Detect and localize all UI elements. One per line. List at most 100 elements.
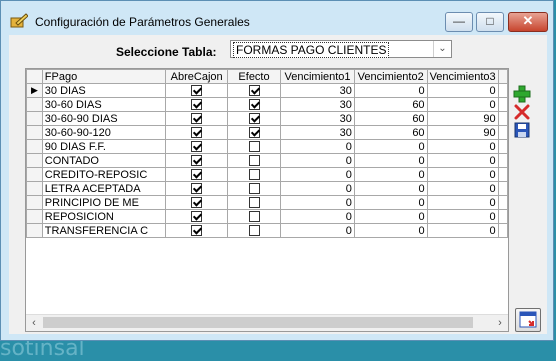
efecto-checkbox[interactable] xyxy=(248,169,260,181)
cell-vencimiento1[interactable]: 30 xyxy=(280,125,355,140)
cell-vencimiento3[interactable]: 90 xyxy=(426,111,499,126)
row-header[interactable] xyxy=(26,223,43,238)
efecto-checkbox[interactable] xyxy=(248,99,260,111)
exit-button[interactable] xyxy=(515,308,541,332)
efecto-checkbox[interactable] xyxy=(248,141,260,153)
cell-vencimiento3[interactable]: 0 xyxy=(426,139,499,154)
cell-efecto[interactable] xyxy=(226,167,282,182)
cell-vencimiento3[interactable]: 0 xyxy=(426,167,499,182)
cell-vencimiento3[interactable]: 0 xyxy=(426,97,499,112)
maximize-button[interactable]: □ xyxy=(476,12,504,32)
row-header[interactable] xyxy=(26,111,43,126)
table-row[interactable]: LETRA ACEPTADA 0 0 0 xyxy=(26,181,508,196)
cell-abrecajon[interactable] xyxy=(165,139,228,154)
efecto-checkbox[interactable] xyxy=(248,225,260,237)
efecto-checkbox[interactable] xyxy=(248,183,260,195)
table-row[interactable]: CONTADO 0 0 0 xyxy=(26,153,508,168)
cell-efecto[interactable] xyxy=(226,195,282,210)
cell-efecto[interactable] xyxy=(226,111,282,126)
efecto-checkbox[interactable] xyxy=(248,155,260,167)
cell-vencimiento2[interactable]: 0 xyxy=(353,181,428,196)
efecto-checkbox[interactable] xyxy=(248,113,260,125)
x-icon[interactable] xyxy=(513,103,531,121)
abrecajon-checkbox[interactable] xyxy=(191,225,203,237)
cell-abrecajon[interactable] xyxy=(165,209,228,224)
table-row[interactable]: 30-60-90-120 30 60 90 xyxy=(26,125,508,140)
cell-efecto[interactable] xyxy=(226,83,282,98)
abrecajon-checkbox[interactable] xyxy=(191,141,203,153)
cell-vencimiento3[interactable]: 0 xyxy=(426,153,499,168)
table-row[interactable]: CREDITO-REPOSIC 0 0 0 xyxy=(26,167,508,182)
minimize-button[interactable]: — xyxy=(445,12,473,32)
cell-vencimiento2[interactable]: 0 xyxy=(353,139,428,154)
cell-vencimiento1[interactable]: 30 xyxy=(280,83,355,98)
abrecajon-checkbox[interactable] xyxy=(191,113,203,125)
row-header[interactable] xyxy=(26,195,43,210)
cell-vencimiento3[interactable]: 0 xyxy=(426,83,499,98)
table-row[interactable]: 30-60-90 DIAS 30 60 90 xyxy=(26,111,508,126)
table-row[interactable]: 90 DIAS F.F. 0 0 0 xyxy=(26,139,508,154)
row-header[interactable] xyxy=(26,167,43,182)
abrecajon-checkbox[interactable] xyxy=(191,155,203,167)
cell-fpago[interactable]: 30-60-90 DIAS xyxy=(41,111,167,126)
scrollbar-thumb[interactable] xyxy=(43,317,473,328)
cell-vencimiento3[interactable]: 0 xyxy=(426,181,499,196)
table-select[interactable]: FORMAS PAGO CLIENTES ⌄ xyxy=(230,40,452,58)
horizontal-scrollbar[interactable]: ‹ › xyxy=(26,314,508,331)
abrecajon-checkbox[interactable] xyxy=(191,127,203,139)
cell-abrecajon[interactable] xyxy=(165,125,228,140)
row-header[interactable] xyxy=(26,153,43,168)
cell-vencimiento3[interactable]: 0 xyxy=(426,223,499,238)
chevron-down-icon[interactable]: ⌄ xyxy=(433,41,451,57)
column-header-vencimiento3[interactable]: Vencimiento3 xyxy=(426,69,499,84)
efecto-checkbox[interactable] xyxy=(248,127,260,139)
cell-efecto[interactable] xyxy=(226,181,282,196)
cell-efecto[interactable] xyxy=(226,97,282,112)
row-header[interactable] xyxy=(26,97,43,112)
column-header-vencimiento1[interactable]: Vencimiento1 xyxy=(280,69,355,84)
column-header-vencimiento2[interactable]: Vencimiento2 xyxy=(353,69,428,84)
cell-vencimiento3[interactable]: 90 xyxy=(426,125,499,140)
table-row[interactable]: PRINCIPIO DE ME 0 0 0 xyxy=(26,195,508,210)
cell-fpago[interactable]: 30 DIAS xyxy=(41,83,167,98)
abrecajon-checkbox[interactable] xyxy=(191,169,203,181)
cell-abrecajon[interactable] xyxy=(165,111,228,126)
cell-vencimiento1[interactable]: 0 xyxy=(280,181,355,196)
table-row[interactable]: TRANSFERENCIA C000 xyxy=(26,223,508,238)
cell-efecto[interactable] xyxy=(226,223,282,238)
abrecajon-checkbox[interactable] xyxy=(191,99,203,111)
cell-abrecajon[interactable] xyxy=(165,153,228,168)
cell-vencimiento1[interactable]: 0 xyxy=(280,223,355,238)
cell-abrecajon[interactable] xyxy=(165,223,228,238)
cell-efecto[interactable] xyxy=(226,139,282,154)
cell-vencimiento1[interactable]: 0 xyxy=(280,153,355,168)
cell-abrecajon[interactable] xyxy=(165,97,228,112)
cell-vencimiento1[interactable]: 0 xyxy=(280,139,355,154)
data-grid[interactable]: FPago AbreCajon Efecto Vencimiento1 Venc… xyxy=(25,68,509,332)
cell-fpago[interactable]: PRINCIPIO DE ME xyxy=(41,195,167,210)
cell-fpago[interactable]: 30-60 DIAS xyxy=(41,97,167,112)
column-header-fpago[interactable]: FPago xyxy=(41,69,167,84)
cell-vencimiento1[interactable]: 0 xyxy=(280,209,355,224)
cell-efecto[interactable] xyxy=(226,153,282,168)
abrecajon-checkbox[interactable] xyxy=(191,197,203,209)
cell-vencimiento2[interactable]: 60 xyxy=(353,125,428,140)
cell-fpago[interactable]: 30-60-90-120 xyxy=(41,125,167,140)
plus-icon[interactable] xyxy=(513,85,531,103)
cell-efecto[interactable] xyxy=(226,209,282,224)
abrecajon-checkbox[interactable] xyxy=(191,183,203,195)
row-header[interactable] xyxy=(26,125,43,140)
cell-fpago[interactable]: CREDITO-REPOSIC xyxy=(41,167,167,182)
abrecajon-checkbox[interactable] xyxy=(191,85,203,97)
cell-vencimiento2[interactable]: 60 xyxy=(353,97,428,112)
table-row[interactable]: ▶ 30 DIAS 30 0 0 xyxy=(26,83,508,98)
cell-vencimiento2[interactable]: 0 xyxy=(353,153,428,168)
cell-vencimiento3[interactable]: 0 xyxy=(426,209,499,224)
abrecajon-checkbox[interactable] xyxy=(191,211,203,223)
table-row[interactable]: REPOSICION 0 0 0 xyxy=(26,209,508,224)
cell-vencimiento2[interactable]: 60 xyxy=(353,111,428,126)
cell-fpago[interactable]: CONTADO xyxy=(41,153,167,168)
cell-vencimiento2[interactable]: 0 xyxy=(353,83,428,98)
row-header[interactable] xyxy=(26,181,43,196)
cell-abrecajon[interactable] xyxy=(165,83,228,98)
